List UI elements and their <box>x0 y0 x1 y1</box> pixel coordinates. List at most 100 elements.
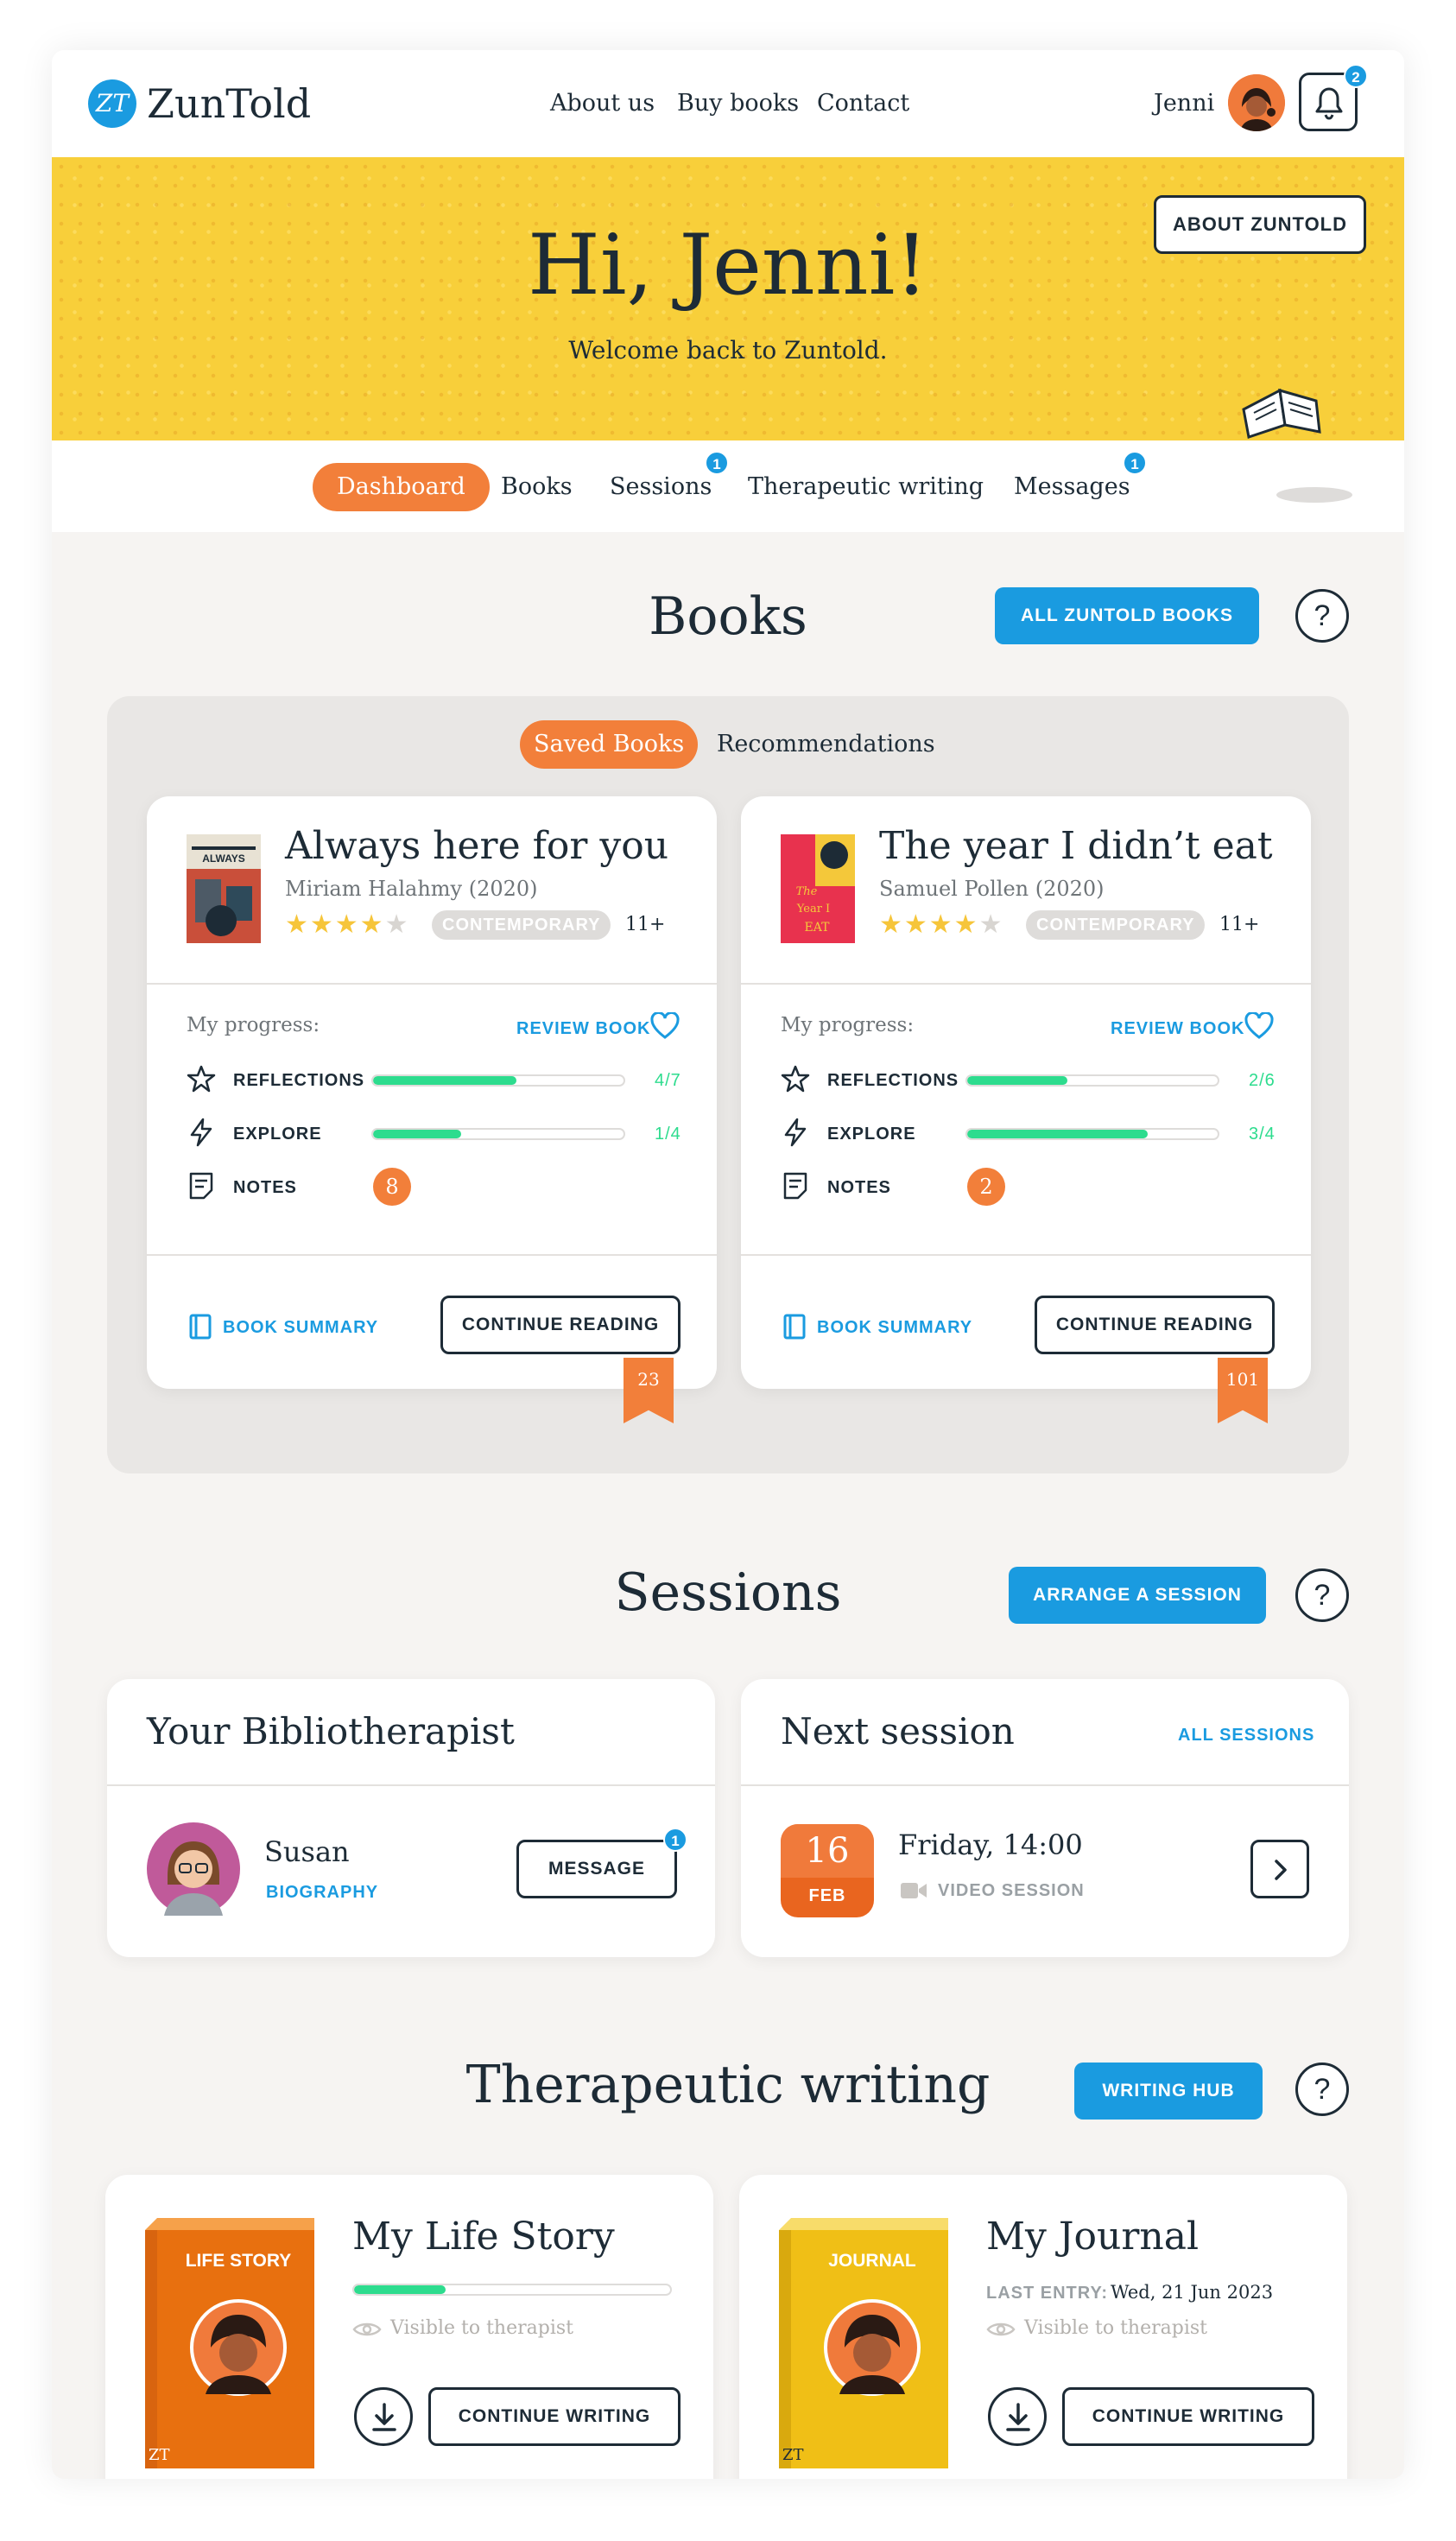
tab-saved-books[interactable]: Saved Books <box>520 720 699 769</box>
tab-therapeutic-writing[interactable]: Therapeutic writing <box>748 463 984 511</box>
next-session-card: Next session ALL SESSIONS 16 FEB Friday,… <box>741 1679 1349 1957</box>
svg-text:JOURNAL: JOURNAL <box>828 2251 916 2271</box>
user-avatar[interactable] <box>1228 74 1285 131</box>
open-session-button[interactable] <box>1250 1840 1309 1898</box>
divider <box>741 983 1311 985</box>
progress-label: My progress: <box>187 1014 320 1036</box>
life-story-title[interactable]: My Life Story <box>352 2211 615 2263</box>
life-story-progress-bar <box>352 2284 672 2296</box>
review-book-link[interactable]: REVIEW BOOK <box>1111 1016 1244 1042</box>
eye-icon <box>352 2322 382 2336</box>
notes-label: NOTES <box>233 1178 297 1197</box>
book-cover-always-here[interactable]: ALWAYS <box>187 834 261 943</box>
star-icon <box>781 1065 810 1093</box>
continue-reading-button[interactable]: CONTINUE READING <box>1035 1296 1275 1354</box>
life-story-progress-fill <box>354 2285 446 2294</box>
nav-buy-books[interactable]: Buy books <box>677 86 799 121</box>
dashboard-tabs: Dashboard Books Sessions 1 Therapeutic w… <box>52 440 1404 532</box>
all-sessions-link[interactable]: ALL SESSIONS <box>1178 1722 1314 1748</box>
next-session-title: Next session <box>781 1710 1015 1752</box>
heart-icon[interactable] <box>649 1012 681 1040</box>
book-shadow <box>1276 487 1352 503</box>
book-summary-icon[interactable] <box>782 1313 807 1340</box>
session-month: FEB <box>808 1886 846 1905</box>
download-icon <box>1006 2403 1030 2431</box>
genre-tag: CONTEMPORARY <box>1026 910 1206 940</box>
notes-count-badge[interactable]: 2 <box>967 1168 1005 1206</box>
notes-label: NOTES <box>827 1178 891 1197</box>
download-button[interactable] <box>988 2387 1047 2446</box>
divider <box>147 983 717 985</box>
book-summary-link[interactable]: BOOK SUMMARY <box>223 1315 378 1340</box>
bibliotherapist-card-title: Your Bibliotherapist <box>147 1710 515 1752</box>
sessions-help-button[interactable]: ? <box>1295 1568 1349 1622</box>
svg-text:The: The <box>796 885 818 898</box>
book-cover-year-i-didnt-eat[interactable]: The Year I EAT <box>781 834 855 943</box>
chevron-right-icon <box>1275 1860 1287 1880</box>
books-help-button[interactable]: ? <box>1295 589 1349 643</box>
logo-icon[interactable]: ZT <box>88 79 136 128</box>
divider <box>147 1254 717 1256</box>
life-story-book[interactable]: LIFE STORY ZT <box>145 2218 314 2468</box>
book-summary-icon[interactable] <box>188 1313 212 1340</box>
reflections-progress-bar <box>965 1074 1219 1087</box>
journal-title[interactable]: My Journal <box>986 2211 1199 2263</box>
continue-writing-button[interactable]: CONTINUE WRITING <box>428 2387 681 2446</box>
reflections-label: REFLECTIONS <box>233 1071 365 1090</box>
divider <box>741 1784 1349 1786</box>
tab-dashboard[interactable]: Dashboard <box>313 463 490 511</box>
tab-recommendations[interactable]: Recommendations <box>717 720 935 769</box>
last-entry-label: LAST ENTRY: <box>986 2284 1108 2303</box>
book-author: Samuel Pollen (2020) <box>879 877 1105 901</box>
divider <box>741 1254 1311 1256</box>
explore-count: 1/4 <box>655 1125 681 1144</box>
therapist-avatar[interactable] <box>147 1822 240 1916</box>
eye-icon <box>986 2322 1016 2336</box>
bell-icon <box>1315 87 1343 120</box>
logo-text[interactable]: ZunTold <box>147 79 311 128</box>
tab-sessions[interactable]: Sessions <box>610 463 712 511</box>
arrange-session-button[interactable]: ARRANGE A SESSION <box>1009 1567 1266 1624</box>
reflections-progress-bar <box>371 1074 625 1087</box>
book-title[interactable]: Always here for you <box>285 821 668 872</box>
tab-books[interactable]: Books <box>501 463 573 511</box>
genre-tag: CONTEMPORARY <box>432 910 611 940</box>
writing-hub-button[interactable]: WRITING HUB <box>1074 2063 1263 2120</box>
reflections-count: 2/6 <box>1249 1071 1276 1090</box>
book-summary-link[interactable]: BOOK SUMMARY <box>817 1315 972 1340</box>
hero-banner: Hi, Jenni! Welcome back to Zuntold. ABOU… <box>52 157 1404 440</box>
writing-help-button[interactable]: ? <box>1295 2063 1349 2116</box>
age-rating: 11+ <box>625 914 666 935</box>
continue-reading-button[interactable]: CONTINUE READING <box>440 1296 681 1354</box>
heart-icon[interactable] <box>1244 1012 1275 1040</box>
biography-link[interactable]: BIOGRAPHY <box>266 1879 378 1905</box>
book-author: Miriam Halahmy (2020) <box>285 877 538 901</box>
tab-messages[interactable]: Messages <box>1014 463 1130 511</box>
svg-text:ZT: ZT <box>782 2446 804 2464</box>
book-card: The Year I EAT The year I didn’t eat Sam… <box>741 796 1311 1423</box>
nav-contact[interactable]: Contact <box>817 86 909 121</box>
notes-icon <box>189 1172 213 1200</box>
reflections-count: 4/7 <box>655 1071 681 1090</box>
visibility-label: Visible to therapist <box>390 2317 573 2339</box>
notes-count-badge[interactable]: 8 <box>373 1168 411 1206</box>
all-zuntold-books-button[interactable]: ALL ZUNTOLD BOOKS <box>995 587 1259 644</box>
book-card: ALWAYS Always here for you Miriam Halahm… <box>147 796 717 1423</box>
message-button[interactable]: MESSAGE <box>516 1840 677 1898</box>
notes-icon <box>783 1172 807 1200</box>
lightning-icon <box>784 1118 807 1147</box>
explore-progress-bar <box>965 1128 1219 1140</box>
app-frame: ZT ZunTold About us Buy books Contact Je… <box>52 50 1404 2479</box>
message-badge: 1 <box>663 1828 687 1852</box>
nav-about-us[interactable]: About us <box>550 86 655 121</box>
about-zuntold-button[interactable]: ABOUT ZUNTOLD <box>1154 195 1366 254</box>
review-book-link[interactable]: REVIEW BOOK <box>516 1016 650 1042</box>
user-name[interactable]: Jenni <box>1154 86 1214 121</box>
download-button[interactable] <box>354 2387 413 2446</box>
continue-writing-button[interactable]: CONTINUE WRITING <box>1062 2387 1314 2446</box>
open-book-illustration <box>1242 388 1321 439</box>
book-title[interactable]: The year I didn’t eat <box>879 821 1273 872</box>
journal-book[interactable]: JOURNAL ZT <box>779 2218 948 2468</box>
therapist-name: Susan <box>264 1835 350 1868</box>
last-entry-date: Wed, 21 Jun 2023 <box>1111 2282 1274 2303</box>
